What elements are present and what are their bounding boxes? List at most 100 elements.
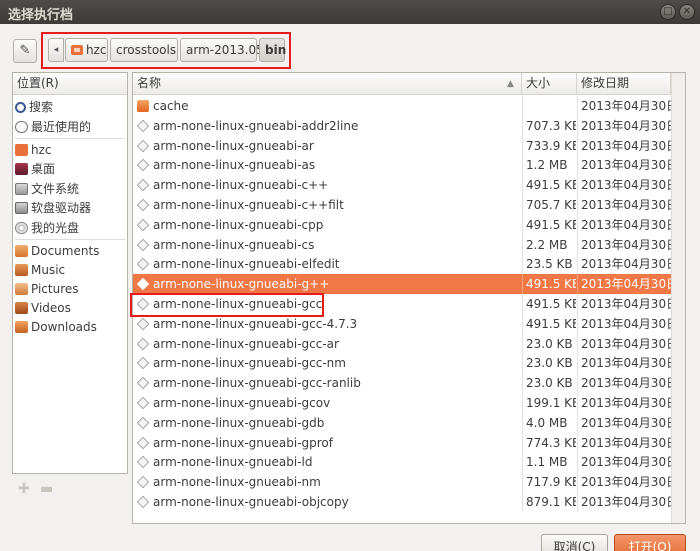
file-size-cell — [522, 96, 576, 116]
sidebar-item-recent[interactable]: 最近使用的 — [15, 117, 91, 137]
file-size-cell: 491.5 KB — [522, 175, 576, 196]
executable-icon — [136, 218, 150, 231]
filesystem-icon — [15, 183, 28, 195]
add-bookmark-icon[interactable]: ✚ — [18, 481, 30, 497]
file-row[interactable]: arm-none-linux-gnueabi-nm 717.9 KB 2013年04… — [133, 472, 671, 493]
file-row[interactable]: arm-none-linux-gnueabi-cs 2.2 MB 2013年04月3… — [133, 234, 671, 255]
file-name: arm-none-linux-gnueabi-cpp — [153, 217, 324, 232]
file-name: arm-none-linux-gnueabi-ar — [153, 138, 314, 153]
file-name: arm-none-linux-gnueabi-cs — [153, 237, 315, 252]
file-name: arm-none-linux-gnueabi-c++ — [153, 178, 329, 193]
file-row[interactable]: arm-none-linux-gnueabi-gcov 199.1 KB 2013年… — [133, 393, 671, 413]
file-row[interactable]: arm-none-linux-gnueabi-cpp 491.5 KB 2013年0… — [133, 214, 671, 235]
maximize-icon[interactable]: □ — [660, 4, 676, 20]
type-location-button[interactable]: ✎ — [13, 39, 37, 63]
file-size-cell: 491.5 KB — [522, 294, 576, 314]
sidebar-item-floppy[interactable]: 软盘驱动器 — [15, 198, 91, 218]
file-row[interactable]: arm-none-linux-gnueabi-objcopy 879.1 KB 20… — [133, 492, 671, 512]
annotation-highlight-selected-file — [130, 293, 324, 317]
executable-icon — [136, 436, 150, 449]
file-row[interactable]: arm-none-linux-gnueabi-gcc-ranlib 23.0 KB… — [133, 373, 671, 394]
sidebar-item-label: 文件系统 — [31, 182, 80, 196]
pictures-folder-icon — [15, 283, 28, 295]
file-row[interactable]: arm-none-linux-gnueabi-c++ 491.5 KB 2013年0… — [133, 175, 671, 196]
file-name: arm-none-linux-gnueabi-gcov — [153, 396, 331, 410]
file-name: arm-none-linux-gnueabi-gcc-ranlib — [153, 376, 361, 391]
annotation-highlight-pathbar — [41, 32, 291, 69]
executable-icon — [136, 198, 150, 212]
column-header-name[interactable]: 名称 — [133, 73, 522, 95]
close-icon[interactable]: ✕ — [679, 4, 695, 20]
file-size-cell: 1.2 MB — [522, 155, 576, 176]
sidebar-item-music[interactable]: Music — [15, 260, 65, 280]
sidebar-item-filesystem[interactable]: 文件系统 — [15, 179, 79, 199]
executable-icon — [136, 476, 150, 489]
file-date-cell: 2013年04月30日 — [577, 135, 671, 156]
file-date-cell: 2013年04月30日 — [577, 333, 671, 354]
file-date-cell: 2013年04月30日 — [577, 353, 671, 374]
file-size-cell: 491.5 KB — [522, 274, 576, 295]
file-chooser-dialog: ✎ ◂ hzc crosstools arm-2013.05 bin 位置(R)… — [0, 24, 700, 551]
floppy-icon — [15, 202, 28, 214]
file-size-cell: 23.0 KB — [522, 353, 576, 374]
vertical-scrollbar[interactable] — [671, 73, 685, 523]
remove-bookmark-icon[interactable]: ▬ — [40, 481, 53, 497]
column-header-modified[interactable]: 修改日期 — [577, 73, 671, 95]
file-size-cell: 199.1 KB — [522, 393, 576, 413]
file-name-cell: arm-none-linux-gnueabi-ar — [133, 136, 521, 156]
file-row[interactable]: arm-none-linux-gnueabi-ar 733.9 KB 2013年04… — [133, 135, 671, 156]
file-name-cell: arm-none-linux-gnueabi-cs — [133, 235, 521, 255]
file-date-cell: 2013年04月30日 — [577, 472, 671, 493]
file-row[interactable]: arm-none-linux-gnueabi-g++ 491.5 KB 2013年0… — [133, 274, 671, 295]
file-row[interactable]: arm-none-linux-gnueabi-gcc-nm 23.0 KB 2013… — [133, 353, 671, 374]
sidebar-item-desktop[interactable]: 桌面 — [15, 159, 55, 179]
cancel-button[interactable]: 取消(C) — [541, 534, 608, 551]
sidebar-item-documents[interactable]: Documents — [15, 241, 99, 261]
file-name-cell: arm-none-linux-gnueabi-gprof — [133, 433, 521, 453]
file-row[interactable]: arm-none-linux-gnueabi-gdb 4.0 MB 2013年04月… — [133, 412, 671, 433]
file-row[interactable]: arm-none-linux-gnueabi-ld 1.1 MB 2013年04月3… — [133, 452, 671, 473]
file-name: cache — [153, 99, 189, 113]
executable-icon — [136, 258, 150, 271]
file-name-cell: arm-none-linux-gnueabi-gcc-nm — [133, 353, 521, 373]
sidebar-item-home[interactable]: hzc — [15, 140, 52, 160]
sidebar-item-label: 软盘驱动器 — [31, 201, 92, 215]
file-size-cell: 774.3 KB — [522, 432, 576, 453]
executable-icon — [136, 159, 150, 172]
file-name: arm-none-linux-gnueabi-c++filt — [153, 198, 344, 212]
file-name-cell: cache — [133, 96, 521, 116]
file-row[interactable]: arm-none-linux-gnueabi-c++filt 705.7 KB 20… — [133, 195, 671, 215]
file-row[interactable]: cache 2013年04月30日 — [133, 96, 671, 116]
file-name: arm-none-linux-gnueabi-ld — [153, 455, 313, 470]
window-title: 选择执行档 — [8, 8, 74, 23]
file-row[interactable]: arm-none-linux-gnueabi-gprof 774.3 KB 2013… — [133, 432, 671, 453]
column-header-label: 名称 — [137, 76, 162, 90]
sidebar-item-pictures[interactable]: Pictures — [15, 279, 79, 299]
file-name: arm-none-linux-gnueabi-gcc-4.7.3 — [153, 316, 358, 331]
file-name-cell: arm-none-linux-gnueabi-as — [133, 155, 521, 175]
sidebar-item-label: Documents — [31, 244, 100, 258]
sidebar-item-videos[interactable]: Videos — [15, 298, 71, 318]
file-row[interactable]: arm-none-linux-gnueabi-elfedit 23.5 KB 201… — [133, 254, 671, 275]
executable-icon — [136, 357, 150, 370]
sidebar-item-cdrom[interactable]: 我的光盘 — [15, 218, 79, 238]
file-name: arm-none-linux-gnueabi-elfedit — [153, 257, 340, 272]
places-header[interactable]: 位置(R) — [13, 73, 127, 95]
file-name-cell: arm-none-linux-gnueabi-gdb — [133, 413, 521, 433]
desktop-icon — [15, 163, 28, 175]
sidebar-item-label: hzc — [31, 143, 52, 157]
file-row[interactable]: arm-none-linux-gnueabi-addr2line 707.3 KB… — [133, 115, 671, 136]
column-header-size[interactable]: 大小 — [522, 73, 577, 95]
divider — [15, 138, 125, 139]
sidebar-item-search[interactable]: 搜索 — [15, 97, 53, 117]
file-name: arm-none-linux-gnueabi-gdb — [153, 415, 325, 430]
file-date-cell: 2013年04月30日 — [577, 274, 671, 295]
open-button[interactable]: 打开(O) — [614, 534, 686, 551]
file-row[interactable]: arm-none-linux-gnueabi-gcc-ar 23.0 KB 2013… — [133, 333, 671, 354]
file-name-cell: arm-none-linux-gnueabi-nm — [133, 472, 521, 492]
sidebar-item-downloads[interactable]: Downloads — [15, 317, 97, 337]
file-name-cell: arm-none-linux-gnueabi-addr2line — [133, 116, 521, 136]
column-header-label: 大小 — [526, 76, 551, 90]
file-size-cell: 879.1 KB — [522, 492, 576, 512]
file-row[interactable]: arm-none-linux-gnueabi-as 1.2 MB 2013年04月3… — [133, 155, 671, 176]
